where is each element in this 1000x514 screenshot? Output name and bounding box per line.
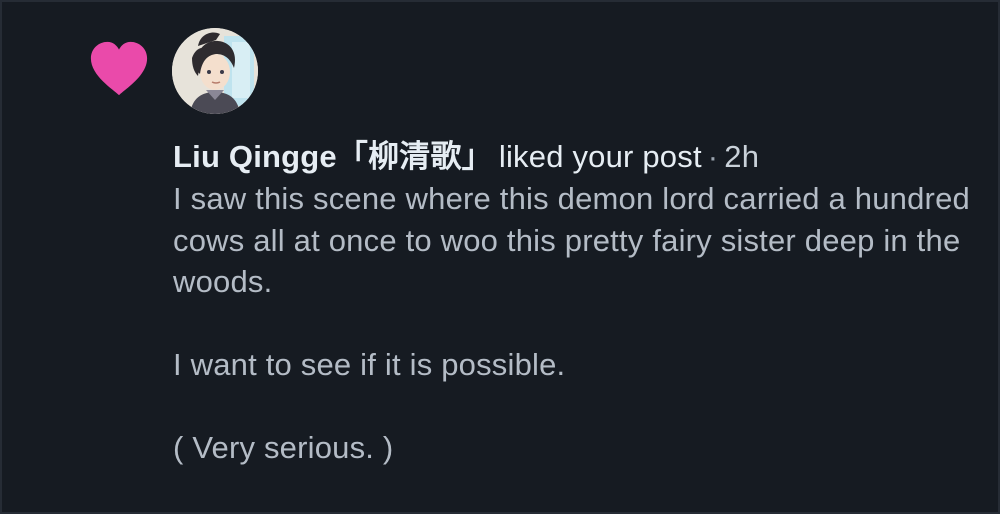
timestamp: 2h — [724, 139, 760, 174]
post-paragraph: I saw this scene where this demon lord c… — [173, 181, 970, 299]
separator: · — [707, 139, 719, 174]
notification-content: Liu Qingge「柳清歌」 liked your post · 2h I saw … — [173, 136, 973, 469]
action-text: liked your post — [498, 139, 702, 174]
author-name[interactable]: Liu Qingge「柳清歌」 — [173, 139, 493, 174]
avatar[interactable] — [172, 28, 258, 114]
post-paragraph: ( Very serious. ) — [173, 430, 394, 465]
heart-icon — [90, 41, 148, 96]
post-preview[interactable]: I saw this scene where this demon lord c… — [173, 178, 973, 469]
notification-headline: Liu Qingge「柳清歌」 liked your post · 2h — [173, 136, 973, 178]
post-paragraph: I want to see if it is possible. — [173, 347, 566, 382]
notification-card[interactable]: Liu Qingge「柳清歌」 liked your post · 2h I saw … — [0, 0, 1000, 514]
